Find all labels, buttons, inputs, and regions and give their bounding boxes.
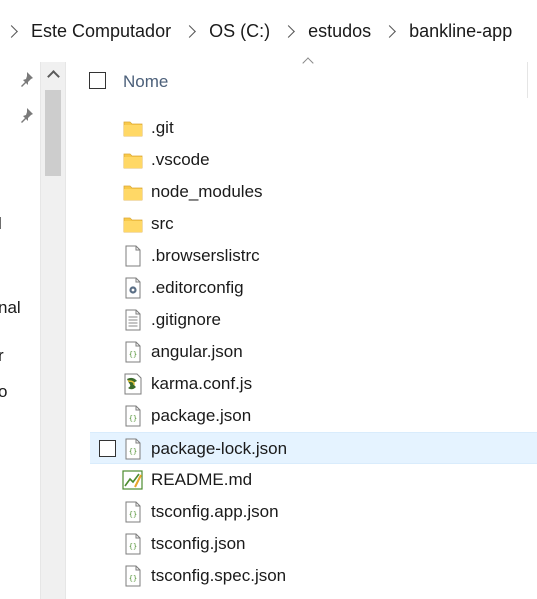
- row-checkbox[interactable]: [99, 440, 116, 457]
- chevron-right-icon[interactable]: [282, 24, 295, 38]
- json-file-icon: {}: [122, 501, 144, 523]
- json-file-icon: {}: [122, 438, 144, 460]
- scroll-up-arrow-icon[interactable]: [41, 62, 65, 86]
- file-name: tsconfig.app.json: [151, 502, 279, 521]
- svg-text:{}: {}: [129, 511, 137, 519]
- nav-item-label[interactable]: o: [0, 382, 7, 402]
- file-name: .gitignore: [151, 310, 221, 329]
- json-file-icon: {}: [122, 405, 144, 427]
- breadcrumb: Este Computador OS (C:) estudos bankline…: [0, 0, 537, 62]
- js-file-icon: [122, 373, 144, 395]
- folder-row[interactable]: .vscode: [90, 144, 537, 176]
- file-name: package-lock.json: [151, 439, 288, 458]
- file-name: .git: [151, 118, 174, 137]
- file-row[interactable]: {} angular.json: [90, 336, 537, 368]
- file-row[interactable]: .gitignore: [90, 304, 537, 336]
- breadcrumb-estudos[interactable]: estudos: [306, 19, 373, 44]
- nav-scrollbar[interactable]: [40, 62, 66, 599]
- file-row[interactable]: {} package.json: [90, 400, 537, 432]
- svg-text:{}: {}: [129, 415, 137, 423]
- file-name: angular.json: [151, 342, 243, 361]
- file-list: .git .vscode node_modulessrc .browserslistr…: [90, 112, 537, 592]
- file-row[interactable]: {} tsconfig.spec.json: [90, 560, 537, 592]
- folder-row[interactable]: node_modules: [90, 176, 537, 208]
- folder-row[interactable]: .git: [90, 112, 537, 144]
- markdown-file-icon: [122, 469, 144, 491]
- file-row[interactable]: {} tsconfig.json: [90, 528, 537, 560]
- file-row[interactable]: README.md: [90, 464, 537, 496]
- folder-row[interactable]: src: [90, 208, 537, 240]
- nav-item-label[interactable]: r: [0, 346, 4, 366]
- nav-item-label[interactable]: l: [0, 214, 2, 234]
- svg-text:{}: {}: [129, 448, 137, 456]
- column-divider[interactable]: [527, 62, 528, 98]
- blank-file-icon: [122, 245, 144, 267]
- file-name: .vscode: [151, 150, 210, 169]
- chevron-right-icon[interactable]: [183, 24, 196, 38]
- file-row[interactable]: {} package-lock.json: [90, 432, 537, 464]
- file-name: tsconfig.spec.json: [151, 566, 287, 585]
- pin-icon[interactable]: [18, 71, 34, 87]
- folder-icon: [122, 213, 144, 235]
- folder-icon: [122, 149, 144, 171]
- file-name: src: [151, 214, 174, 233]
- file-name: node_modules: [151, 182, 263, 201]
- json-file-icon: {}: [122, 533, 144, 555]
- column-header-name[interactable]: Nome: [123, 72, 168, 92]
- file-name: README.md: [151, 470, 253, 489]
- scroll-thumb[interactable]: [45, 90, 61, 176]
- text-file-icon: [122, 309, 144, 331]
- file-name: tsconfig.json: [151, 534, 246, 553]
- nav-item-label[interactable]: nal: [0, 298, 21, 318]
- file-name: karma.conf.js: [151, 374, 253, 393]
- chevron-right-icon[interactable]: [383, 24, 396, 38]
- folder-icon: [122, 181, 144, 203]
- column-header: Nome: [78, 57, 537, 104]
- svg-text:{}: {}: [129, 543, 137, 551]
- breadcrumb-this-pc[interactable]: Este Computador: [29, 19, 173, 44]
- settings-file-icon: [122, 277, 144, 299]
- pin-icon[interactable]: [18, 107, 34, 123]
- file-name: .editorconfig: [151, 278, 244, 297]
- navigation-pane: l nal r o: [0, 62, 40, 599]
- file-row[interactable]: .editorconfig: [90, 272, 537, 304]
- breadcrumb-current-folder[interactable]: bankline-app: [407, 19, 514, 44]
- file-name: .browserslistrc: [151, 246, 260, 265]
- file-row[interactable]: .browserslistrc: [90, 240, 537, 272]
- file-row[interactable]: karma.conf.js: [90, 368, 537, 400]
- folder-icon: [122, 117, 144, 139]
- select-all-checkbox[interactable]: [89, 72, 106, 89]
- file-row[interactable]: {} tsconfig.app.json: [90, 496, 537, 528]
- json-file-icon: {}: [122, 565, 144, 587]
- file-name: package.json: [151, 406, 252, 425]
- breadcrumb-drive[interactable]: OS (C:): [207, 19, 272, 44]
- svg-text:{}: {}: [129, 351, 137, 359]
- chevron-right-icon: [5, 24, 18, 38]
- svg-text:{}: {}: [129, 575, 137, 583]
- json-file-icon: {}: [122, 341, 144, 363]
